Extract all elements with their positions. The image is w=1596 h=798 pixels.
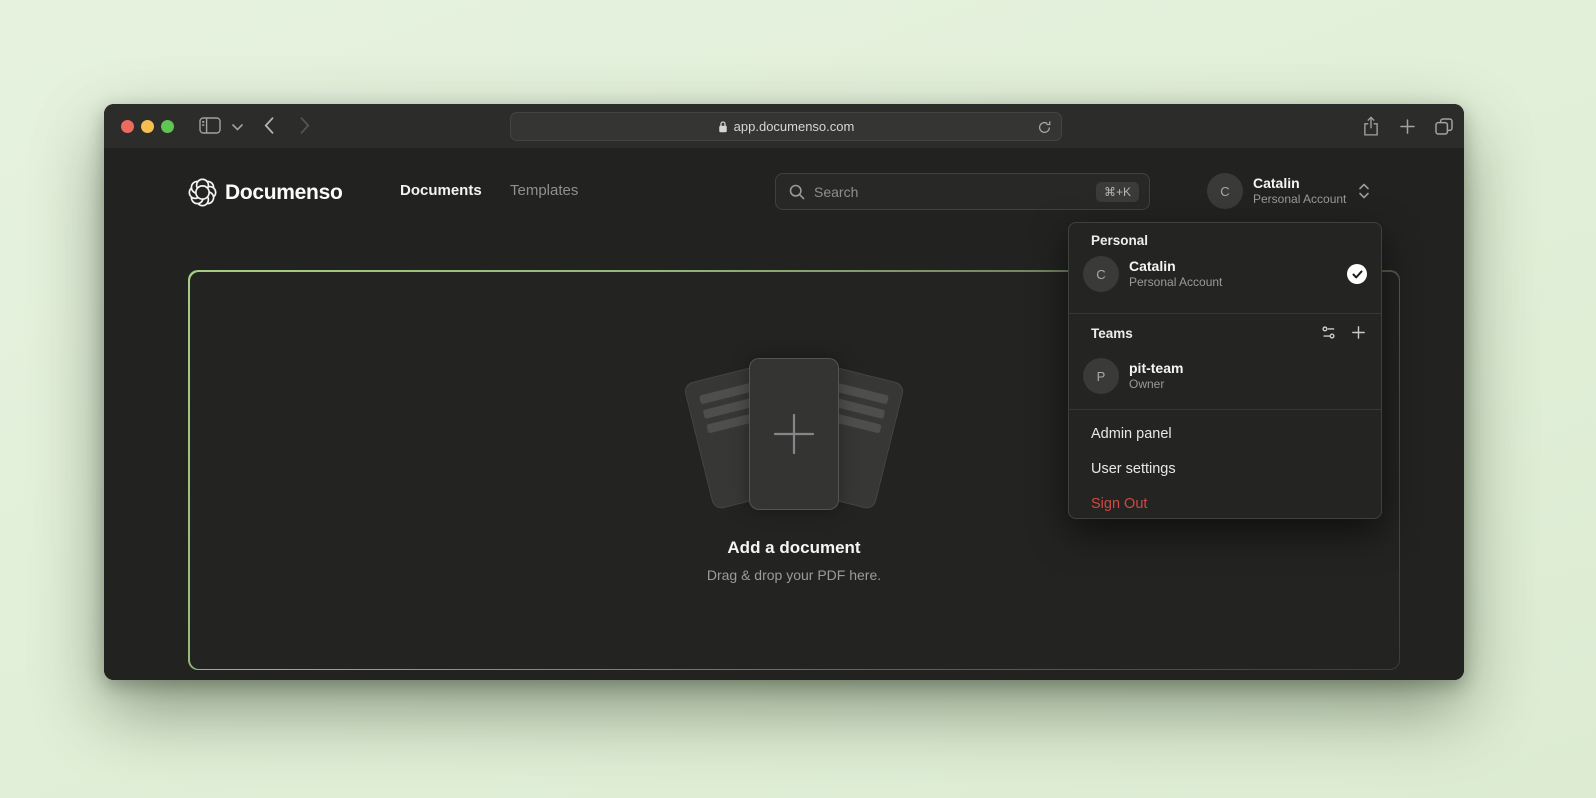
menu-item-admin-panel[interactable]: Admin panel	[1069, 419, 1381, 449]
team-role: Owner	[1129, 377, 1183, 392]
document-card-center	[749, 358, 839, 510]
personal-account-name: Catalin	[1129, 258, 1222, 275]
menu-divider	[1069, 313, 1381, 314]
sidebar-toggle-icon[interactable]	[199, 117, 221, 134]
lock-icon	[718, 120, 728, 133]
menu-divider	[1069, 409, 1381, 410]
personal-section-label: Personal	[1091, 233, 1148, 248]
share-icon[interactable]	[1362, 115, 1380, 138]
plus-icon	[771, 411, 817, 457]
forward-button[interactable]	[300, 117, 310, 134]
create-team-icon[interactable]	[1350, 324, 1367, 341]
brand-home-link[interactable]: Documenso	[188, 178, 343, 207]
team-name: pit-team	[1129, 360, 1183, 377]
account-menu-button[interactable]: C Catalin Personal Account	[1207, 173, 1370, 209]
account-avatar: C	[1207, 173, 1243, 209]
menu-item-sign-out[interactable]: Sign Out	[1069, 489, 1381, 519]
address-bar[interactable]: app.documenso.com	[510, 112, 1062, 141]
selected-check-icon	[1347, 264, 1367, 284]
dropzone-subtitle: Drag & drop your PDF here.	[707, 567, 881, 583]
new-tab-icon[interactable]	[1400, 119, 1415, 134]
documenso-logo-icon	[188, 178, 217, 207]
teams-section-label: Teams	[1091, 326, 1133, 341]
browser-titlebar: app.documenso.com	[104, 104, 1464, 148]
manage-teams-icon[interactable]	[1320, 324, 1337, 341]
nav-templates[interactable]: Templates	[510, 182, 578, 199]
personal-account-item[interactable]: C Catalin Personal Account	[1083, 255, 1367, 293]
menu-item-user-settings[interactable]: User settings	[1069, 454, 1381, 484]
reload-icon[interactable]	[1037, 120, 1052, 135]
personal-account-subtitle: Personal Account	[1129, 275, 1222, 290]
search-input[interactable]	[814, 184, 1087, 200]
app-page: Documenso Documents Templates ⌘+K C Cata…	[104, 148, 1464, 680]
search-shortcut-badge: ⌘+K	[1096, 182, 1139, 202]
team-avatar: P	[1083, 358, 1119, 394]
close-button[interactable]	[121, 120, 134, 133]
dropzone-title: Add a document	[727, 538, 860, 558]
nav-documents[interactable]: Documents	[400, 182, 482, 199]
back-button[interactable]	[264, 117, 274, 134]
team-item[interactable]: P pit-team Owner	[1083, 357, 1367, 395]
chevron-down-icon[interactable]	[232, 124, 243, 131]
tab-overview-icon[interactable]	[1435, 118, 1453, 135]
fullscreen-button[interactable]	[161, 120, 174, 133]
minimize-button[interactable]	[141, 120, 154, 133]
account-name: Catalin	[1253, 175, 1358, 192]
search-box[interactable]: ⌘+K	[775, 173, 1150, 210]
account-dropdown-menu: Personal C Catalin Personal Account Team…	[1068, 222, 1382, 519]
account-subtitle: Personal Account	[1253, 192, 1358, 207]
browser-window: app.documenso.com	[104, 104, 1464, 680]
chevron-up-down-icon	[1358, 182, 1370, 200]
personal-account-avatar: C	[1083, 256, 1119, 292]
search-icon	[789, 184, 805, 200]
url-text: app.documenso.com	[734, 119, 855, 134]
brand-name: Documenso	[225, 181, 343, 205]
document-stack-illustration	[689, 358, 899, 510]
traffic-lights	[121, 120, 174, 133]
